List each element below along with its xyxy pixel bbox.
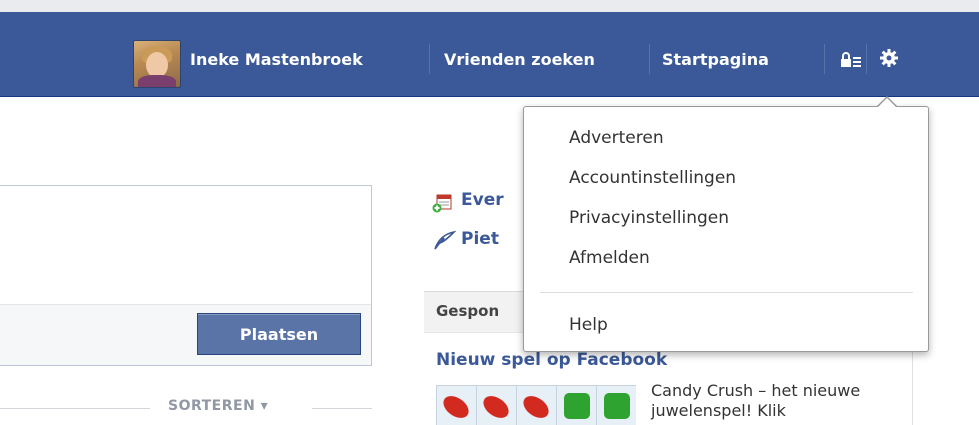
nav-separator <box>649 44 650 74</box>
menu-item-help[interactable]: Help <box>569 315 608 335</box>
dropdown-pointer-fill <box>877 98 897 108</box>
events-link[interactable]: Ever <box>461 190 504 210</box>
browser-top-strip <box>0 0 979 12</box>
menu-item-advertise[interactable]: Adverteren <box>569 128 664 148</box>
nav-separator <box>429 44 430 74</box>
post-button[interactable]: Plaatsen <box>197 313 361 355</box>
sort-dropdown[interactable]: SORTEREN ▾ <box>168 398 268 414</box>
sponsored-label: Gespon <box>436 302 500 320</box>
user-avatar[interactable] <box>133 40 181 88</box>
divider <box>0 408 150 409</box>
ad-image[interactable] <box>436 385 636 425</box>
menu-item-privacy-settings[interactable]: Privacyinstellingen <box>569 208 729 228</box>
nav-separator <box>866 44 867 74</box>
gear-icon[interactable] <box>879 48 899 68</box>
calendar-add-icon <box>432 194 452 213</box>
lock-icon[interactable] <box>840 52 862 68</box>
profile-link[interactable]: Ineke Mastenbroek <box>190 50 363 69</box>
ad-title-link[interactable]: Nieuw spel op Facebook <box>436 350 667 370</box>
nav-separator <box>824 44 825 74</box>
home-link[interactable]: Startpagina <box>662 50 769 69</box>
menu-divider <box>540 292 913 293</box>
menu-item-log-out[interactable]: Afmelden <box>569 248 650 268</box>
ad-description: Candy Crush – het nieuwe juwelenspel! Kl… <box>651 381 861 420</box>
find-friends-link[interactable]: Vrienden zoeken <box>444 50 595 69</box>
notes-link[interactable]: Piet <box>461 229 499 249</box>
divider <box>312 408 372 409</box>
pen-icon <box>434 230 456 250</box>
menu-item-account-settings[interactable]: Accountinstellingen <box>569 168 736 188</box>
